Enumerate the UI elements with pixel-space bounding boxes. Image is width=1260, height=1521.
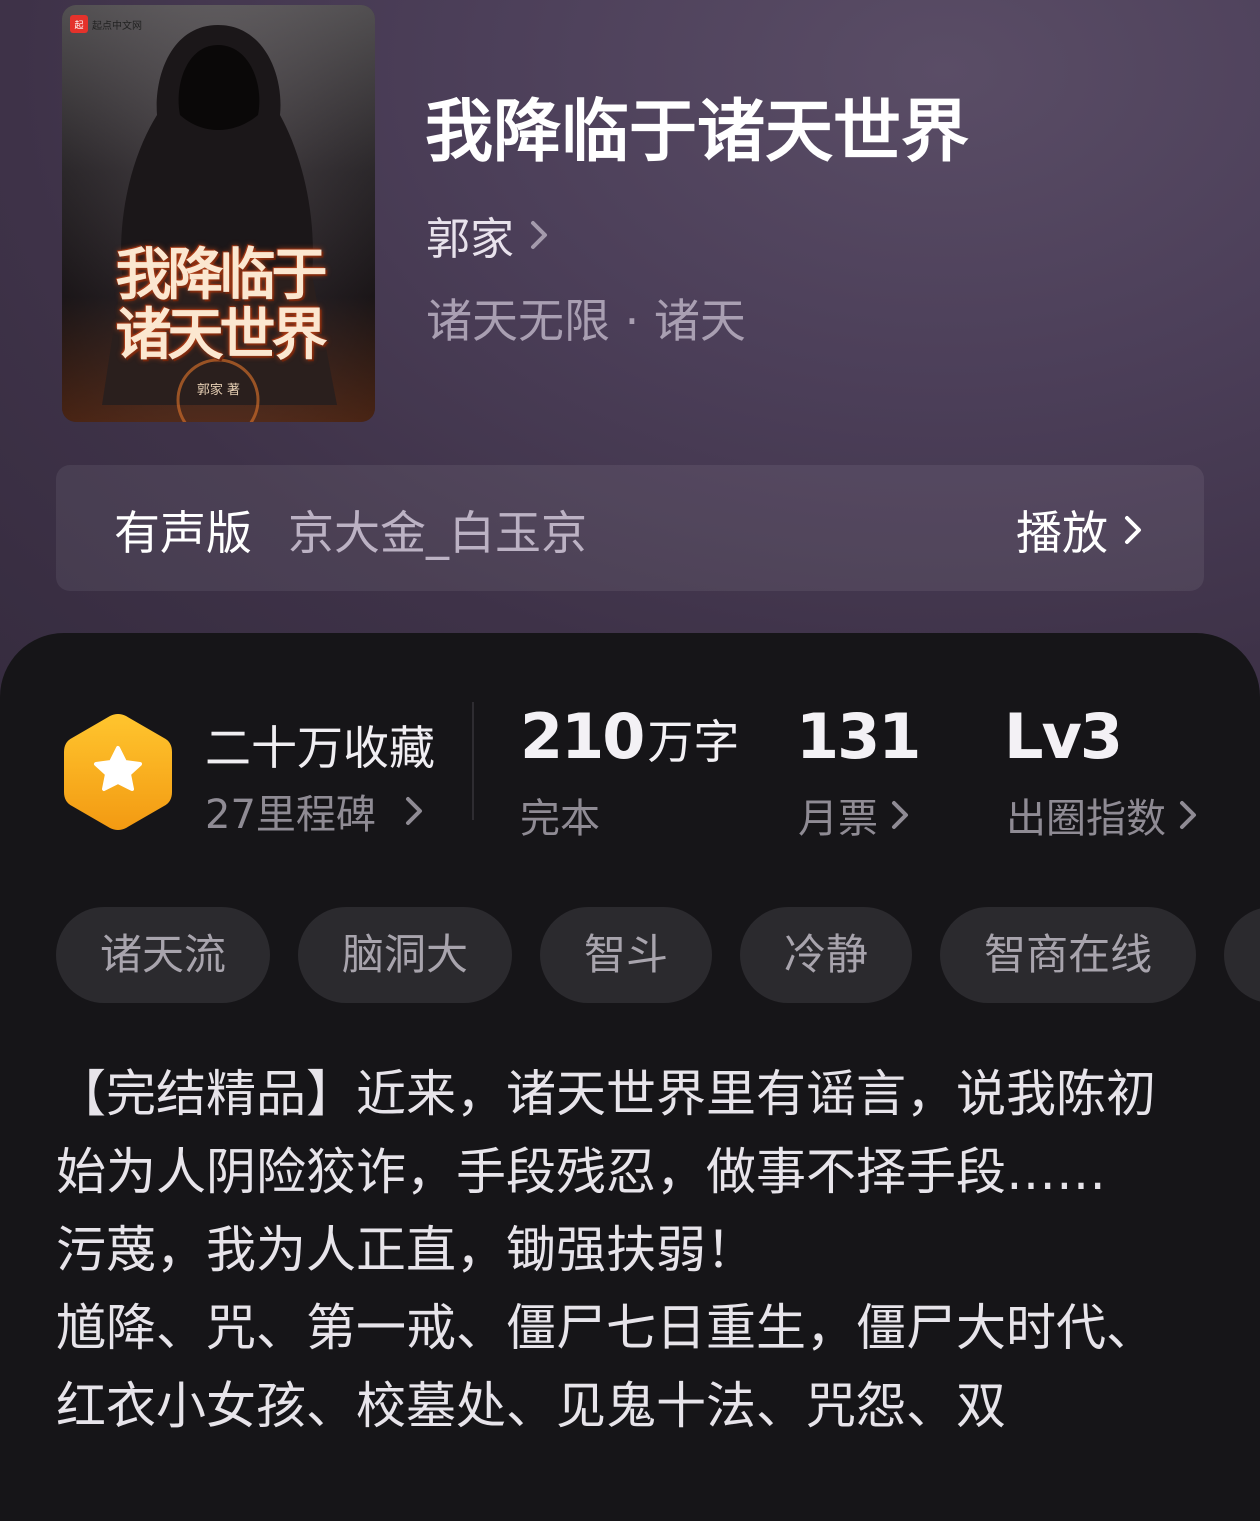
chevron-right-icon xyxy=(892,801,908,829)
monthly-votes-label: 月票 xyxy=(798,796,878,842)
cover-title-line1: 我降临于 xyxy=(115,242,328,308)
monthly-votes: 131 xyxy=(796,700,921,773)
tag-chip[interactable]: 月 xyxy=(1224,907,1260,1003)
audio-narrator: 京大金_白玉京 xyxy=(288,506,587,560)
play-label: 播放 xyxy=(1016,506,1108,560)
tag-chip[interactable]: 智斗 xyxy=(540,907,713,1003)
influence-index-link[interactable]: 出圈指数 xyxy=(1006,786,1204,844)
author-name: 郭家 xyxy=(426,214,514,265)
favorites-title: 二十万收藏 xyxy=(205,721,435,775)
influence-level: Lv3 xyxy=(1004,700,1123,773)
cover-publisher-logo: 起 起点中文网 xyxy=(70,15,142,33)
milestone-link[interactable]: 27里程碑 xyxy=(205,782,430,840)
cover-title-line2: 诸天世界 xyxy=(115,302,328,368)
audio-label: 有声版 xyxy=(114,506,252,560)
milestone-count: 27里程碑 xyxy=(205,792,376,838)
monthly-votes-link[interactable]: 月票 xyxy=(798,786,916,844)
word-count-value: 210 xyxy=(520,700,645,773)
cover-title: 我降临于 诸天世界 xyxy=(72,245,367,365)
monthly-votes-value: 131 xyxy=(796,700,921,773)
book-cover[interactable]: 起 起点中文网 我降临于 诸天世界 郭家 著 xyxy=(62,5,375,422)
description-paragraph: 污蔑，我为人正直，锄强扶弱！ xyxy=(56,1221,756,1279)
influence-label: 出圈指数 xyxy=(1006,796,1166,842)
cover-author: 郭家 著 xyxy=(196,383,241,398)
description-paragraph: 【完结精品】近来，诸天世界里有谣言，说我陈初始为人阴险狡诈，手段残忍，做事不择手… xyxy=(56,1065,1156,1201)
book-title: 我降临于诸天世界 xyxy=(425,92,970,172)
tag-chip[interactable]: 智商在线 xyxy=(940,907,1197,1003)
tag-chip[interactable]: 脑洞大 xyxy=(298,907,513,1003)
publisher-badge: 起 xyxy=(70,15,88,33)
tag-list: 诸天流脑洞大智斗冷静智商在线月 xyxy=(56,907,1260,1003)
tag-chip[interactable]: 诸天流 xyxy=(56,907,271,1003)
description-paragraph: 馗降、咒、第一戒、僵尸七日重生，僵尸大时代、红衣小女孩、校墓处、见鬼十法、咒怨、… xyxy=(56,1299,1156,1435)
chevron-right-icon xyxy=(1125,516,1141,544)
audio-version-bar[interactable]: 有声版 京大金_白玉京 播放 xyxy=(56,465,1204,591)
word-count: 210万字 xyxy=(520,700,739,773)
tag-chip[interactable]: 冷静 xyxy=(740,907,913,1003)
book-genre: 诸天无限 · 诸天 xyxy=(426,294,746,348)
completion-status: 完本 xyxy=(520,796,600,842)
influence-index: Lv3 xyxy=(1004,700,1123,773)
chevron-right-icon xyxy=(405,797,422,825)
favorites-badge-icon xyxy=(64,714,172,830)
publisher-name: 起点中文网 xyxy=(92,20,142,32)
book-description[interactable]: 【完结精品】近来，诸天世界里有谣言，说我陈初始为人阴险狡诈，手段残忍，做事不择手… xyxy=(56,1055,1196,1445)
chevron-right-icon xyxy=(531,221,547,249)
word-count-unit: 万字 xyxy=(647,715,740,769)
play-button[interactable]: 播放 xyxy=(1016,497,1144,563)
chevron-right-icon xyxy=(1180,801,1196,829)
stats-divider xyxy=(472,702,474,820)
author-link[interactable]: 郭家 xyxy=(426,203,550,267)
